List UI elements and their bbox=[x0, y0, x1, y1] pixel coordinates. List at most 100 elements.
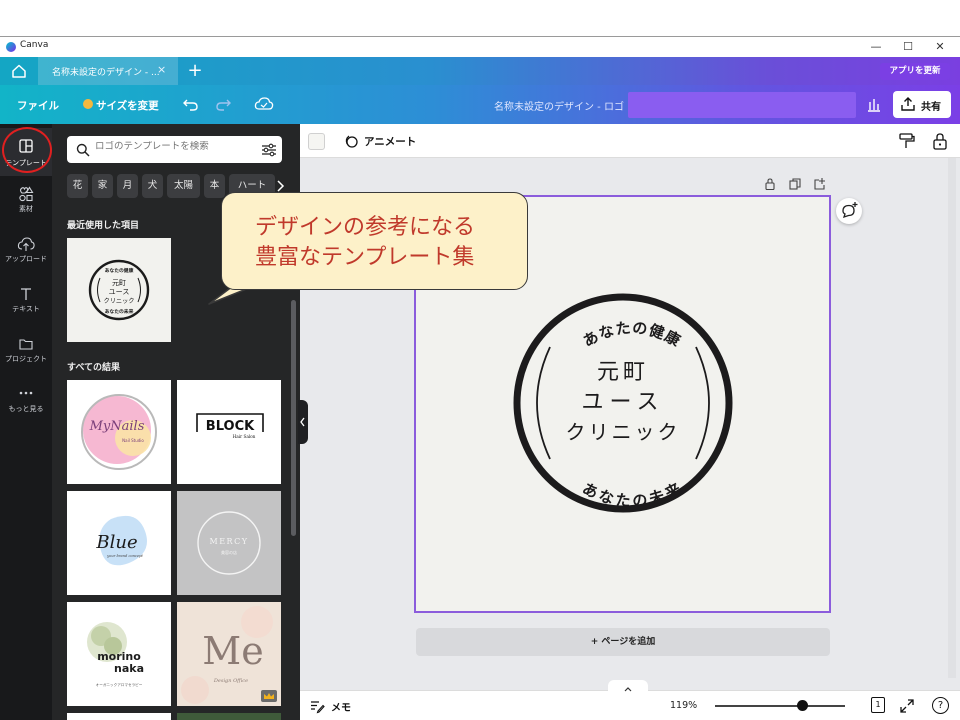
add-page-button[interactable]: + ページを追加 bbox=[416, 628, 830, 656]
morino-logo: morino naka オーガニックアロマセラピー bbox=[87, 622, 144, 687]
insights-button[interactable] bbox=[862, 92, 886, 118]
mynails-name: MyNails bbox=[89, 419, 145, 434]
undo-icon[interactable] bbox=[182, 96, 200, 112]
search-icon bbox=[76, 143, 90, 157]
svg-text:あなたの健康: あなたの健康 bbox=[580, 319, 684, 351]
rail-label-text: テキスト bbox=[12, 305, 40, 313]
mynails-logo: MyNails Nail Studio bbox=[81, 394, 157, 470]
me-sub: Design Office bbox=[213, 678, 248, 684]
rail-item-more[interactable]: もっと見る bbox=[0, 380, 52, 426]
resize-button[interactable]: サイズを変更 bbox=[96, 98, 159, 113]
document-title-field[interactable] bbox=[628, 92, 856, 118]
template-thumbnail-partial[interactable] bbox=[177, 713, 281, 720]
new-tab-button[interactable]: + bbox=[186, 60, 204, 81]
filter-chip[interactable]: 花 bbox=[67, 174, 88, 198]
maximize-button[interactable]: ☐ bbox=[900, 39, 916, 55]
filter-chip[interactable]: 本 bbox=[204, 174, 225, 198]
rail-item-projects[interactable]: プロジェクト bbox=[0, 330, 52, 376]
template-thumbnail-blue[interactable]: Blue your brand concept bbox=[67, 491, 171, 595]
tab-bar: 名称未設定のデザイン - ... × + アプリを更新 bbox=[0, 57, 960, 85]
app-title: Canva bbox=[20, 40, 49, 50]
block-name: BLOCK bbox=[206, 419, 255, 434]
mini-logo-top: あなたの健康 bbox=[105, 267, 134, 274]
minimize-button[interactable]: — bbox=[868, 39, 884, 55]
duplicate-page-icon[interactable] bbox=[788, 177, 802, 191]
template-thumbnail-partial[interactable] bbox=[67, 713, 171, 720]
update-app-button[interactable]: アプリを更新 bbox=[880, 63, 950, 80]
filter-chip[interactable]: 家 bbox=[92, 174, 113, 198]
panel-scrollbar[interactable] bbox=[291, 300, 296, 536]
template-search-box[interactable] bbox=[67, 136, 282, 163]
magic-assist-button[interactable] bbox=[836, 198, 862, 224]
zoom-slider-track[interactable] bbox=[715, 705, 845, 707]
collapse-panel-handle[interactable] bbox=[298, 400, 308, 444]
me-logo: Me Design Office bbox=[181, 606, 277, 704]
rail-item-elements[interactable]: 素材 bbox=[0, 180, 52, 226]
block-logo: BLOCK Hair Salon bbox=[196, 413, 264, 439]
speech-plus-icon bbox=[842, 202, 858, 219]
lock-icon[interactable] bbox=[932, 132, 948, 150]
notes-pen-icon[interactable] bbox=[309, 698, 325, 714]
file-menu[interactable]: ファイル bbox=[17, 98, 59, 113]
document-tab-label: 名称未設定のデザイン - ... bbox=[52, 68, 160, 78]
canvas-scrollbar[interactable] bbox=[948, 158, 956, 678]
mercy-name: MERCY bbox=[210, 537, 249, 546]
notes-button[interactable]: メモ bbox=[331, 699, 351, 714]
fullscreen-icon[interactable] bbox=[899, 698, 915, 714]
add-page-icon[interactable] bbox=[813, 177, 827, 191]
highlight-circle-annotation bbox=[2, 127, 52, 173]
template-thumbnail-me[interactable]: Me Design Office bbox=[177, 602, 281, 706]
chevron-right-icon[interactable] bbox=[274, 179, 286, 193]
template-thumbnail-morino[interactable]: morino naka オーガニックアロマセラピー bbox=[67, 602, 171, 706]
cloud-save-icon[interactable] bbox=[254, 96, 274, 112]
redo-icon[interactable] bbox=[214, 96, 232, 112]
rail-item-text[interactable]: テキスト bbox=[0, 280, 52, 326]
mercy-sub: 美容の店 bbox=[221, 549, 237, 555]
recent-template-thumbnail[interactable]: あなたの健康 元町 ユース クリニック あなたの未来 bbox=[67, 238, 171, 342]
document-title[interactable]: 名称未設定のデザイン - ロゴ bbox=[494, 98, 624, 113]
animate-icon[interactable] bbox=[343, 133, 359, 149]
mercy-logo: MERCY 美容の店 bbox=[197, 511, 261, 575]
share-upload-icon bbox=[901, 97, 915, 111]
page-strip-toggle[interactable] bbox=[608, 680, 648, 692]
filter-chip[interactable]: 犬 bbox=[142, 174, 163, 198]
template-thumbnail-mynails[interactable]: MyNails Nail Studio bbox=[67, 380, 171, 484]
document-tab[interactable]: 名称未設定のデザイン - ... × bbox=[38, 57, 178, 85]
paint-roller-icon[interactable] bbox=[898, 132, 916, 150]
mini-logo-line2: ユース bbox=[109, 288, 130, 296]
block-sub: Hair Salon bbox=[233, 434, 256, 439]
rail-label-more: もっと見る bbox=[8, 405, 44, 413]
logo-line-3: クリニック bbox=[566, 420, 681, 444]
blue-name: Blue bbox=[95, 532, 137, 553]
close-tab-icon[interactable]: × bbox=[157, 63, 166, 76]
zoom-slider-knob[interactable] bbox=[797, 700, 808, 711]
mini-logo-line1: 元町 bbox=[112, 279, 126, 287]
mynails-sub: Nail Studio bbox=[122, 438, 144, 443]
callout-annotation: デザインの参考になる 豊富なテンプレート集 bbox=[221, 192, 528, 290]
filter-chip[interactable]: 月 bbox=[117, 174, 138, 198]
crown-icon bbox=[83, 99, 93, 109]
logo-arc-top: あなたの健康 bbox=[580, 319, 683, 351]
me-name: Me bbox=[202, 629, 263, 673]
template-thumbnail-mercy[interactable]: MERCY 美容の店 bbox=[177, 491, 281, 595]
cloud-upload-icon bbox=[17, 237, 35, 251]
page-count-button[interactable]: 1 bbox=[871, 697, 885, 713]
morino-sub: オーガニックアロマセラピー bbox=[96, 682, 143, 687]
filter-sliders-icon[interactable] bbox=[261, 142, 277, 158]
rail-item-uploads[interactable]: アップロード bbox=[0, 230, 52, 276]
filter-chip[interactable]: 太陽 bbox=[167, 174, 200, 198]
search-input[interactable] bbox=[95, 141, 245, 152]
clinic-logo-mini: あなたの健康 元町 ユース クリニック あなたの未来 bbox=[88, 259, 150, 321]
page-lock-icon[interactable] bbox=[763, 177, 777, 191]
help-button[interactable]: ? bbox=[932, 697, 949, 714]
background-color-swatch[interactable] bbox=[308, 133, 325, 150]
home-tab[interactable] bbox=[0, 57, 38, 85]
animate-button[interactable]: アニメート bbox=[364, 134, 416, 149]
canva-logo-icon bbox=[6, 42, 16, 52]
zoom-level[interactable]: 119% bbox=[670, 700, 697, 711]
close-window-button[interactable]: ✕ bbox=[932, 39, 948, 55]
logo-line-1: 元町 bbox=[597, 360, 649, 385]
editor-toolbar: アニメート bbox=[300, 124, 960, 158]
template-thumbnail-block[interactable]: BLOCK Hair Salon bbox=[177, 380, 281, 484]
share-button[interactable]: 共有 bbox=[893, 91, 951, 118]
